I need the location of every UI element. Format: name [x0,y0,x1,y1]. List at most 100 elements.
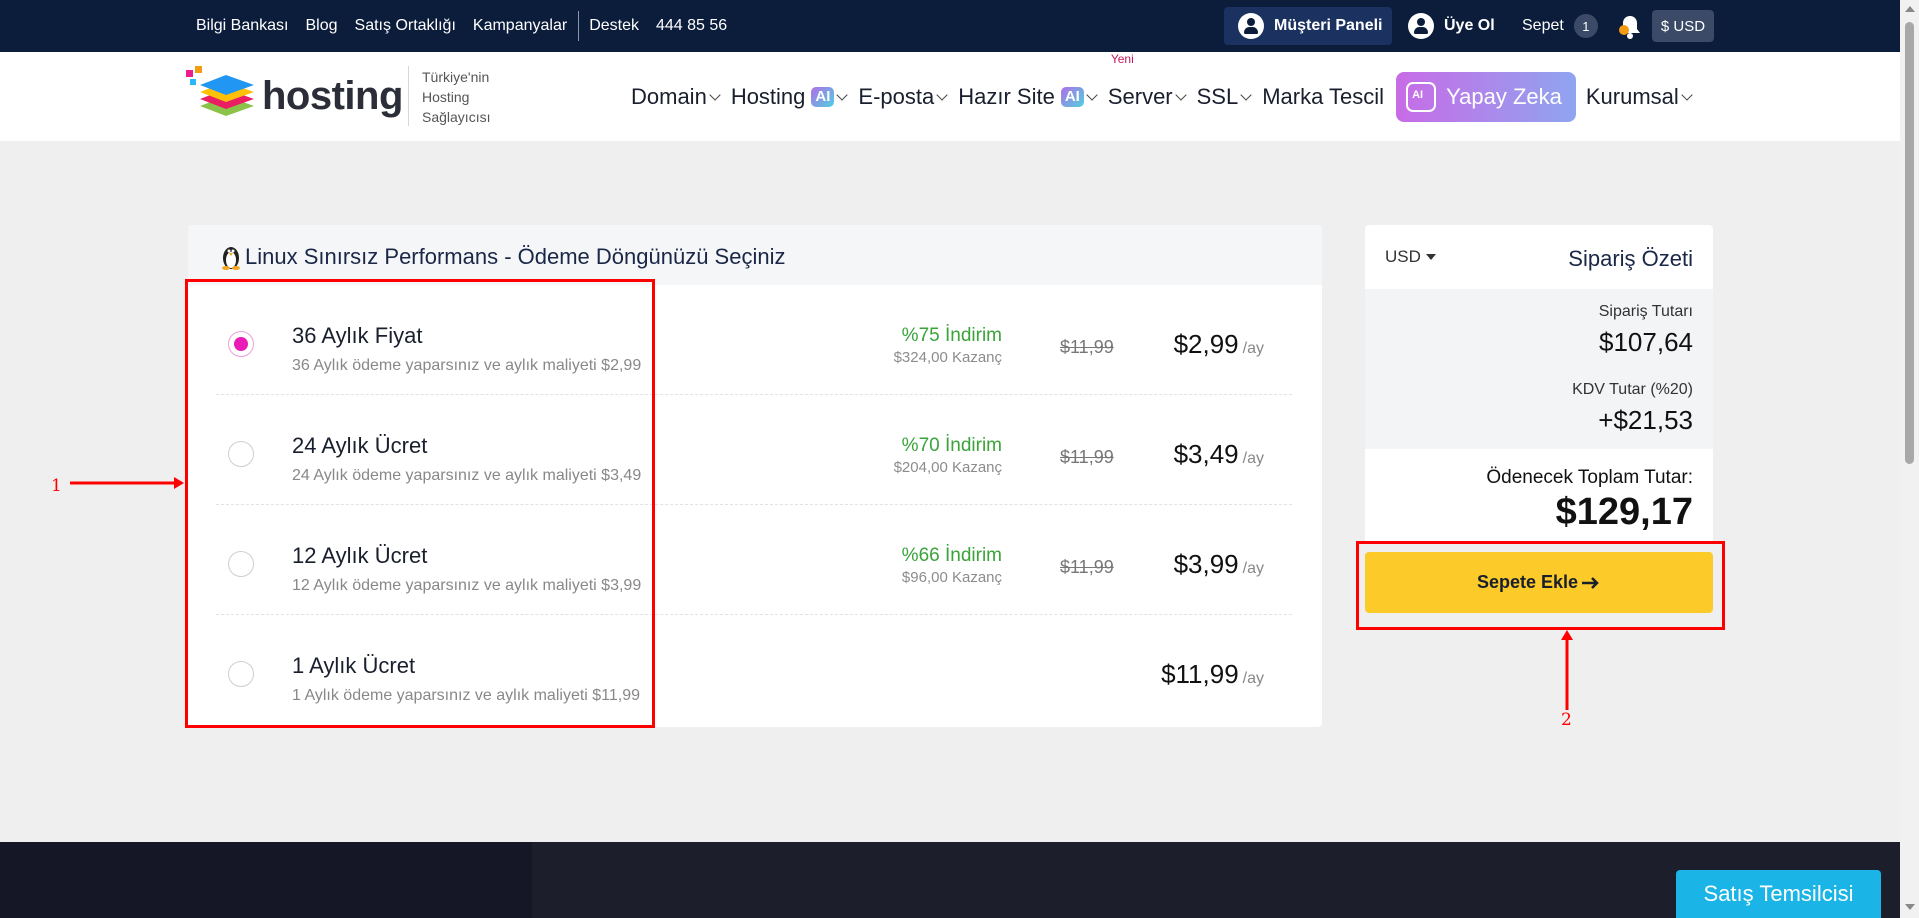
ai-sparkle-icon [1406,81,1437,112]
price-unit: /ay [1242,560,1264,577]
plan-price: $3,49/ay [1174,439,1264,470]
annotation-arrow-2 [1561,630,1573,710]
menu-yapay-zeka-button[interactable]: Yapay Zeka [1396,71,1576,122]
price-value: $2,99 [1173,329,1239,359]
chevron-down-icon [936,89,948,101]
tax-value: +$21,53 [1598,405,1693,435]
link-kampanyalar[interactable]: Kampanyalar [473,17,567,35]
price-value: $3,49 [1173,439,1239,469]
currency-value: USD [1385,247,1421,266]
annotation-box-2 [1356,541,1725,630]
linux-penguin-icon [222,247,240,270]
menu-label: E-posta [858,83,935,109]
plan-price: $2,99/ay [1174,329,1264,360]
menu-label: Yapay Zeka [1446,83,1562,109]
scroll-up-icon[interactable] [1905,6,1915,12]
discount-percent: %66 İndirim [901,545,1002,566]
menu-label: Hosting [730,83,806,109]
register-label: Üye Ol [1444,17,1495,34]
summary-header: USD Sipariş Özeti [1365,225,1713,289]
menu-label: Server [1107,83,1173,109]
tagline-line: Sağlayıcısı [422,109,491,125]
order-amount-label: Sipariş Tutarı [1598,303,1693,320]
price-value: $3,99 [1173,549,1239,579]
tax-label: KDV Tutar (%20) [1572,381,1693,398]
total-value: $129,17 [1555,491,1693,533]
new-badge: Yeni [1110,51,1134,66]
footer [0,842,1900,918]
bell-icon[interactable] [1618,14,1642,40]
menu-eposta[interactable]: E-posta [858,83,948,110]
link-blog[interactable]: Blog [306,17,338,35]
menu-label: Hazır Site [958,83,1055,109]
tagline: Türkiye'nin Hosting Sağlayıcısı [422,67,512,127]
menu-label: Kurumsal [1585,83,1679,109]
link-bilgi-bankasi[interactable]: Bilgi Bankası [196,17,289,35]
menu-hazir-site[interactable]: Hazır Site AI [958,83,1098,110]
annotation-box-1 [185,279,655,728]
menu-label: SSL [1196,83,1239,109]
menu-hosting[interactable]: Hosting AI [730,83,849,110]
old-price: $11,99 [1060,337,1114,357]
saving-amount: $204,00 Kazanç [893,459,1002,476]
price-value: $11,99 [1161,659,1239,689]
menu-label: Domain [631,83,707,109]
link-satis-ortakligi[interactable]: Satış Ortaklığı [355,17,456,35]
logo-icon [186,66,254,116]
customer-panel-label: Müşteri Paneli [1274,17,1383,34]
menu-marka-tescil[interactable]: Marka Tescil [1262,84,1384,110]
divider [408,66,409,126]
menu-label: Marka Tescil [1262,83,1385,109]
main-menu: Domain Hosting AI E-posta Hazır Site AI Ye… [631,52,1703,141]
tagline-line: Türkiye'nin [422,69,490,85]
phone-number[interactable]: 444 85 56 [656,17,727,35]
menu-domain[interactable]: Domain [631,83,721,110]
cart-label: Sepet [1522,17,1564,34]
customer-panel-button[interactable]: Müşteri Paneli [1224,7,1392,45]
annotation-label-1: 1 [51,476,62,496]
old-price: $11,99 [1060,557,1114,577]
chevron-down-icon [709,89,721,101]
discount-percent: %75 İndirim [901,325,1002,346]
discount-percent: %70 İndirim [901,435,1002,456]
chevron-down-icon [836,89,849,101]
sales-rep-button[interactable]: Satış Temsilcisi [1676,870,1881,918]
menu-ssl[interactable]: SSL [1196,83,1252,110]
register-button[interactable]: Üye Ol [1408,7,1495,45]
discount-info: %70 İndirim $204,00 Kazanç [894,435,1002,476]
divider [578,11,580,41]
currency-button[interactable]: $ USD [1652,10,1714,42]
caret-down-icon [1425,254,1436,260]
price-unit: /ay [1242,670,1264,687]
menu-server[interactable]: Yeni Server [1107,52,1187,110]
main-navbar: hosting Türkiye'nin Hosting Sağlayıcısı … [0,52,1900,141]
discount-info: %75 İndirim $324,00 Kazanç [894,325,1002,366]
total-label: Ödenecek Toplam Tutar: [1486,467,1693,488]
price-unit: /ay [1242,340,1264,357]
footer-left-panel [0,842,532,918]
discount-info: %66 İndirim $96,00 Kazanç [902,545,1002,586]
plan-price: $11,99/ay [1161,659,1264,690]
currency-select[interactable]: USD [1385,247,1436,267]
site-logo[interactable]: hosting [186,66,403,126]
chevron-down-icon [1240,89,1252,101]
annotation-arrow-1 [70,477,184,489]
saving-amount: $96,00 Kazanç [901,569,1002,586]
scrollbar-thumb[interactable] [1905,22,1914,464]
scroll-down-icon[interactable] [1905,904,1915,910]
cart-button[interactable]: Sepet 1 [1522,14,1598,38]
user-icon [1238,13,1264,39]
ai-badge: AI [1060,86,1084,107]
top-bar: Bilgi Bankası Blog Satış Ortaklığı Kampa… [0,0,1900,52]
menu-kurumsal[interactable]: Kurumsal [1585,83,1693,110]
old-price: $11,99 [1060,447,1114,467]
annotation-label-2: 2 [1561,710,1572,730]
user-icon [1408,13,1434,39]
chevron-down-icon [1086,89,1098,101]
chevron-down-icon [1681,89,1693,101]
order-amount-value: $107,64 [1599,327,1693,357]
chevron-down-icon [1174,89,1187,101]
link-destek[interactable]: Destek [589,17,639,35]
scrollbar[interactable] [1900,0,1919,918]
order-summary-card: USD Sipariş Özeti Sipariş Tutarı $107,64… [1365,225,1713,543]
